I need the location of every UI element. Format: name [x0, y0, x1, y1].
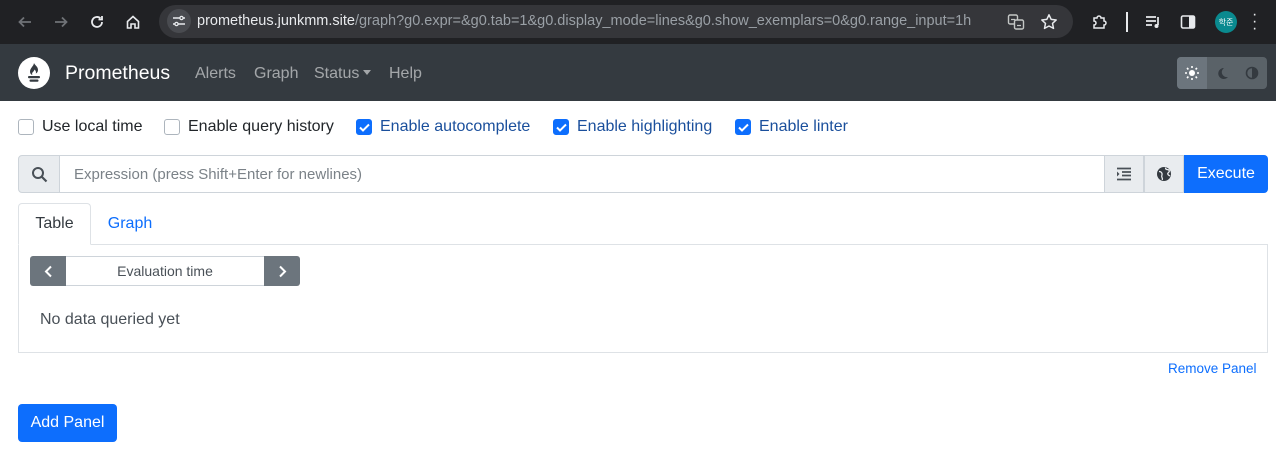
option-enable-query-history[interactable]: Enable query history: [164, 118, 334, 136]
remove-panel-link[interactable]: Remove Panel: [1168, 361, 1257, 376]
media-queue-icon[interactable]: [1141, 9, 1165, 35]
nav-help[interactable]: Help: [389, 65, 422, 83]
nav-status-label: Status: [314, 65, 360, 82]
reload-icon[interactable]: [83, 8, 111, 36]
option-use-local-time[interactable]: Use local time: [18, 118, 142, 136]
evaluation-time-input[interactable]: Evaluation time: [66, 256, 264, 286]
caret-down-icon: [363, 70, 372, 75]
option-label: Enable query history: [188, 118, 334, 135]
tab-table[interactable]: Table: [18, 203, 91, 245]
expression-bar: Execute: [18, 155, 1268, 193]
evaluation-time-control: Evaluation time: [30, 256, 300, 286]
expression-input[interactable]: [59, 155, 1105, 193]
option-enable-highlighting[interactable]: Enable highlighting: [553, 118, 712, 136]
extensions-icon[interactable]: [1088, 9, 1112, 35]
checkbox-enable-linter[interactable]: [735, 119, 751, 135]
site-settings-icon[interactable]: [167, 9, 191, 33]
back-icon[interactable]: [11, 8, 39, 36]
app-navbar: Prometheus Alerts Graph Status Help: [0, 44, 1276, 101]
nav-graph[interactable]: Graph: [254, 65, 298, 83]
checkbox-enable-query-history[interactable]: [164, 119, 180, 135]
browser-menu-icon[interactable]: · · ·: [1252, 7, 1257, 37]
prometheus-logo-icon[interactable]: [18, 57, 50, 89]
option-enable-linter[interactable]: Enable linter: [735, 118, 848, 136]
translate-icon[interactable]: [1005, 11, 1027, 33]
profile-avatar[interactable]: 학준: [1215, 11, 1237, 33]
checkbox-enable-autocomplete[interactable]: [356, 119, 372, 135]
option-enable-autocomplete[interactable]: Enable autocomplete: [356, 118, 530, 136]
light-theme-sun-icon[interactable]: [1177, 57, 1207, 89]
bookmark-star-icon[interactable]: [1038, 11, 1060, 33]
url-host: prometheus.junkmm.site: [197, 13, 355, 29]
option-label: Enable highlighting: [577, 118, 713, 135]
browser-toolbar: prometheus.junkmm.site/graph?g0.expr=&g0…: [0, 0, 1276, 44]
chevron-left-icon[interactable]: [30, 256, 66, 286]
add-panel-button[interactable]: Add Panel: [18, 404, 117, 442]
forward-icon[interactable]: [47, 8, 75, 36]
url-text: prometheus.junkmm.site/graph?g0.expr=&g0…: [197, 13, 997, 29]
execute-button[interactable]: Execute: [1184, 155, 1268, 193]
brand-title[interactable]: Prometheus: [65, 62, 170, 85]
checkbox-use-local-time[interactable]: [18, 119, 34, 135]
side-panel-icon[interactable]: [1176, 9, 1200, 35]
theme-toggle-group: [1177, 57, 1267, 89]
url-path: /graph?g0.expr=&g0.tab=1&g0.display_mode…: [354, 13, 972, 29]
query-panel: Evaluation time No data queried yet: [18, 244, 1268, 353]
option-label: Use local time: [42, 118, 143, 135]
no-data-message: No data queried yet: [40, 311, 180, 328]
auto-theme-contrast-icon[interactable]: [1237, 57, 1267, 89]
format-expression-icon[interactable]: [1104, 155, 1144, 193]
chevron-right-icon[interactable]: [264, 256, 300, 286]
checkbox-enable-highlighting[interactable]: [553, 119, 569, 135]
search-icon: [18, 155, 60, 193]
address-bar[interactable]: prometheus.junkmm.site/graph?g0.expr=&g0…: [159, 5, 1073, 38]
option-label: Enable linter: [759, 118, 848, 135]
option-label: Enable autocomplete: [380, 118, 531, 135]
nav-alerts[interactable]: Alerts: [195, 65, 236, 83]
metrics-explorer-globe-icon[interactable]: [1144, 155, 1184, 193]
toolbar-divider: [1126, 12, 1128, 32]
dark-theme-moon-icon[interactable]: [1207, 57, 1237, 89]
nav-status[interactable]: Status: [314, 65, 372, 83]
home-icon[interactable]: [119, 8, 147, 36]
tab-graph[interactable]: Graph: [91, 203, 169, 245]
